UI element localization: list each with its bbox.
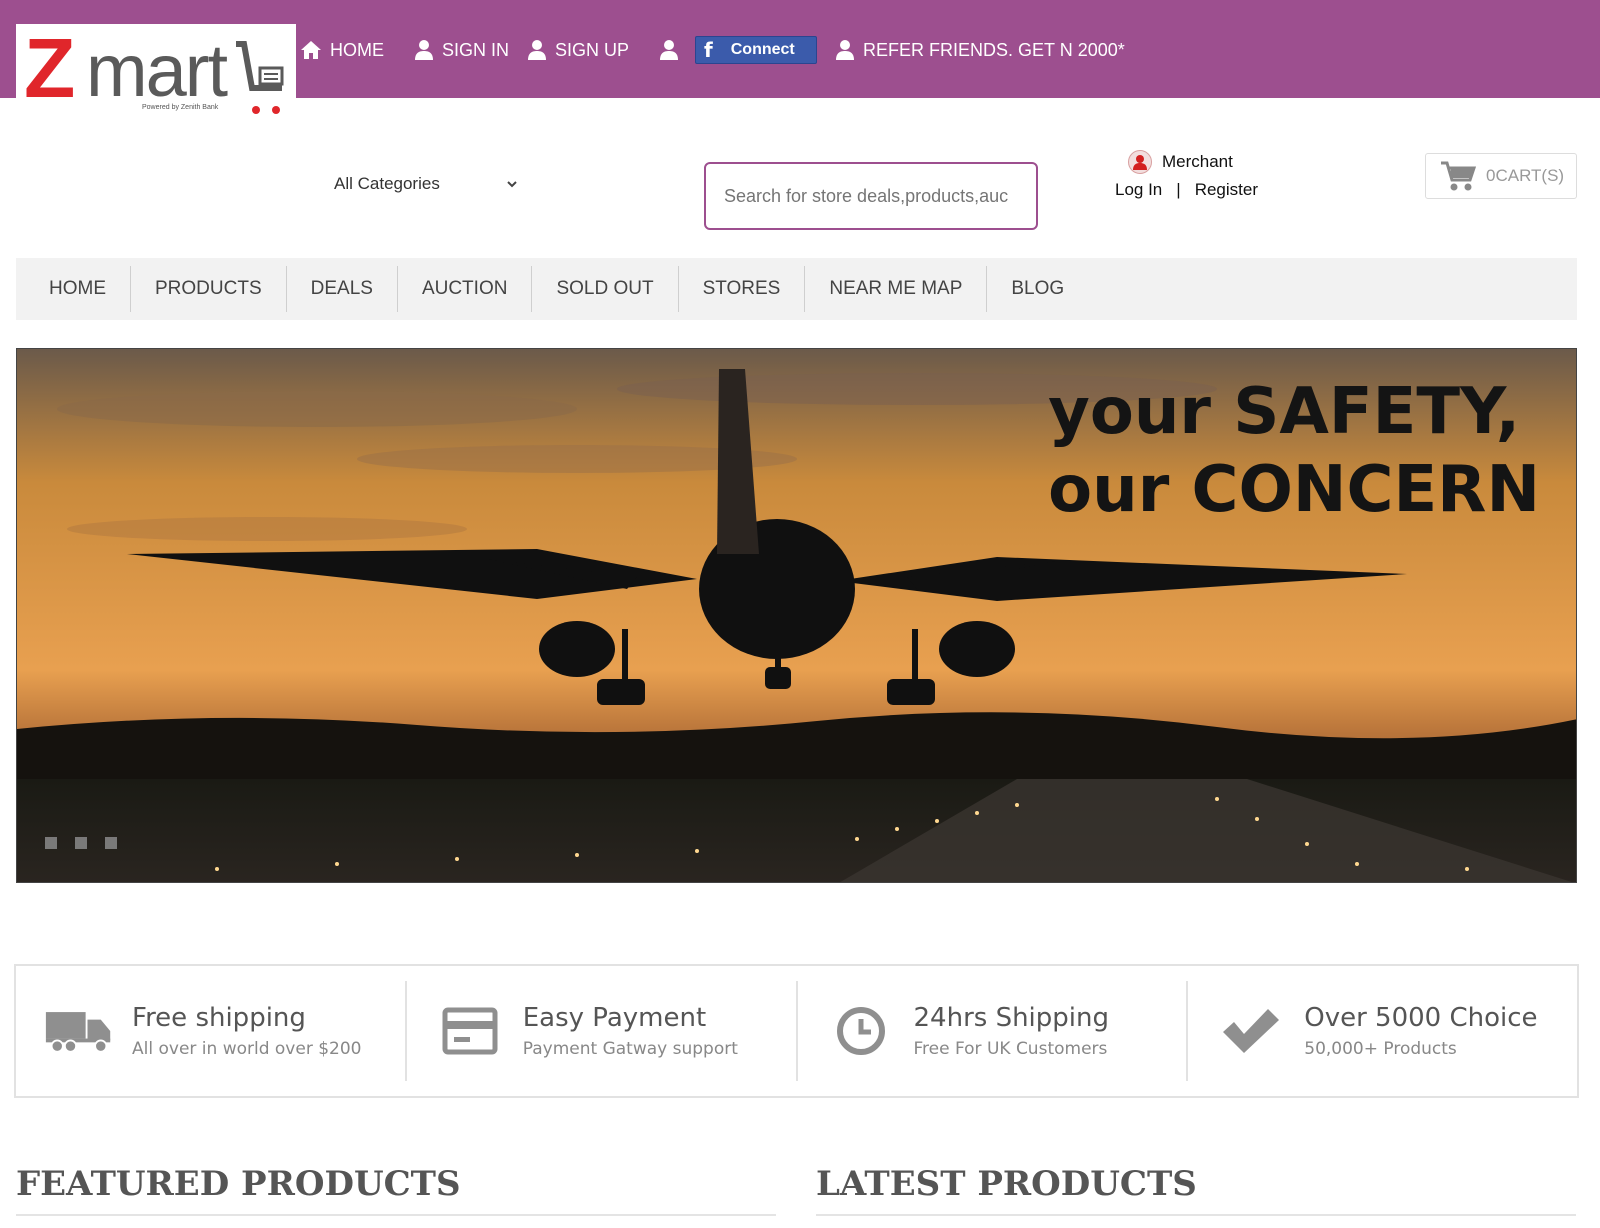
slider-dot-1[interactable] [45,837,57,849]
category-select-value: All Categories [334,174,440,193]
feature-subtitle: All over in world over $200 [132,1039,362,1059]
top-nav-refer-label: REFER FRIENDS. GET N 2000* [863,39,1125,60]
feature-title: Over 5000 Choice [1304,1003,1538,1033]
user-icon [528,40,547,60]
register-link[interactable]: Register [1195,180,1258,200]
truck-icon [45,1012,111,1053]
user-icon [415,40,433,60]
facebook-icon: f [704,38,713,62]
nav-stores[interactable]: STORES [679,266,806,312]
top-nav-sign-up-label: SIGN UP [555,39,630,60]
feature-easy-payment: Easy Payment Payment Gatway support [407,981,798,1081]
logo-letter-z: Z [24,21,75,115]
top-nav-sign-up[interactable]: SIGN UP [527,39,629,61]
user-icon [836,40,855,60]
merchant-link[interactable]: Merchant [1128,150,1233,174]
logo-text: mart [86,29,228,112]
feature-title: Easy Payment [522,1003,707,1033]
slider-dot-2[interactable] [75,837,87,849]
user-icon [660,40,679,60]
nav-blog[interactable]: BLOG [987,266,1088,312]
chevron-down-icon [507,181,517,188]
clock-icon [836,1007,885,1055]
category-select[interactable]: All Categories [334,172,518,196]
top-nav-home-label: HOME [330,39,384,60]
merchant-avatar-icon [1128,150,1152,174]
facebook-connect-button[interactable]: f Connect [695,36,818,64]
banner-headline: your SAFETY, our CONCERN [1048,373,1540,529]
top-nav: HOME SIGN IN SIGN UP f Connect REFER FRI… [300,36,1143,64]
features-strip: Free shipping All over in world over $20… [14,964,1579,1098]
feature-free-shipping: Free shipping All over in world over $20… [16,981,407,1081]
feature-24hrs-shipping: 24hrs Shipping Free For UK Customers [798,981,1189,1081]
merchant-label: Merchant [1162,152,1233,171]
nav-home[interactable]: HOME [16,266,131,312]
nav-near-me-map[interactable]: NEAR ME MAP [805,266,988,312]
top-nav-sign-in[interactable]: SIGN IN [414,39,509,61]
top-nav-sign-in-label: SIGN IN [442,39,510,60]
featured-divider [16,1214,776,1216]
top-nav-home[interactable]: HOME [300,40,384,61]
latest-products-heading: LATEST PRODUCTS [816,1164,1197,1204]
logo-powered-by: Powered by Zenith Bank [142,104,219,111]
merchant-auth-links: Log In | Register [1115,180,1258,200]
top-nav-user-icon [659,39,687,61]
slider-dot-3[interactable] [105,837,117,849]
nav-deals[interactable]: DEALS [287,266,398,312]
home-icon [301,41,321,59]
feature-title: Free shipping [132,1003,306,1033]
login-link[interactable]: Log In [1115,180,1162,200]
banner-line-2: our CONCERN [1048,453,1540,527]
search-input[interactable] [704,162,1038,230]
credit-card-icon [442,1007,498,1055]
nav-sold-out[interactable]: SOLD OUT [532,266,679,312]
cart-button[interactable]: 0CART(S) [1425,153,1577,199]
feature-title: 24hrs Shipping [913,1003,1109,1033]
feature-subtitle: Payment Gatway support [522,1039,738,1059]
nav-auction[interactable]: AUCTION [398,266,533,312]
auth-separator: | [1176,180,1181,199]
facebook-connect-label: Connect [730,41,795,58]
hero-banner[interactable]: your SAFETY, our CONCERN [16,348,1577,883]
main-nav: HOME PRODUCTS DEALS AUCTION SOLD OUT STO… [16,258,1577,320]
top-nav-refer-friends[interactable]: REFER FRIENDS. GET N 2000* [835,39,1125,61]
logo-cart-icon [236,41,284,114]
banner-line-1: your SAFETY, [1048,375,1521,449]
latest-divider [816,1214,1576,1216]
slider-dots [45,837,135,849]
checkmark-icon [1223,1009,1280,1053]
feature-subtitle: 50,000+ Products [1304,1039,1457,1059]
zmart-logo[interactable]: Z mart Powered by Zenith Bank [16,21,296,116]
shopping-cart-icon [1441,161,1476,191]
feature-subtitle: Free For UK Customers [913,1039,1108,1059]
nav-products[interactable]: PRODUCTS [131,266,287,312]
cart-label: 0CART(S) [1486,166,1565,185]
featured-products-heading: FEATURED PRODUCTS [16,1164,461,1204]
feature-5000-choice: Over 5000 Choice 50,000+ Products [1188,981,1577,1081]
